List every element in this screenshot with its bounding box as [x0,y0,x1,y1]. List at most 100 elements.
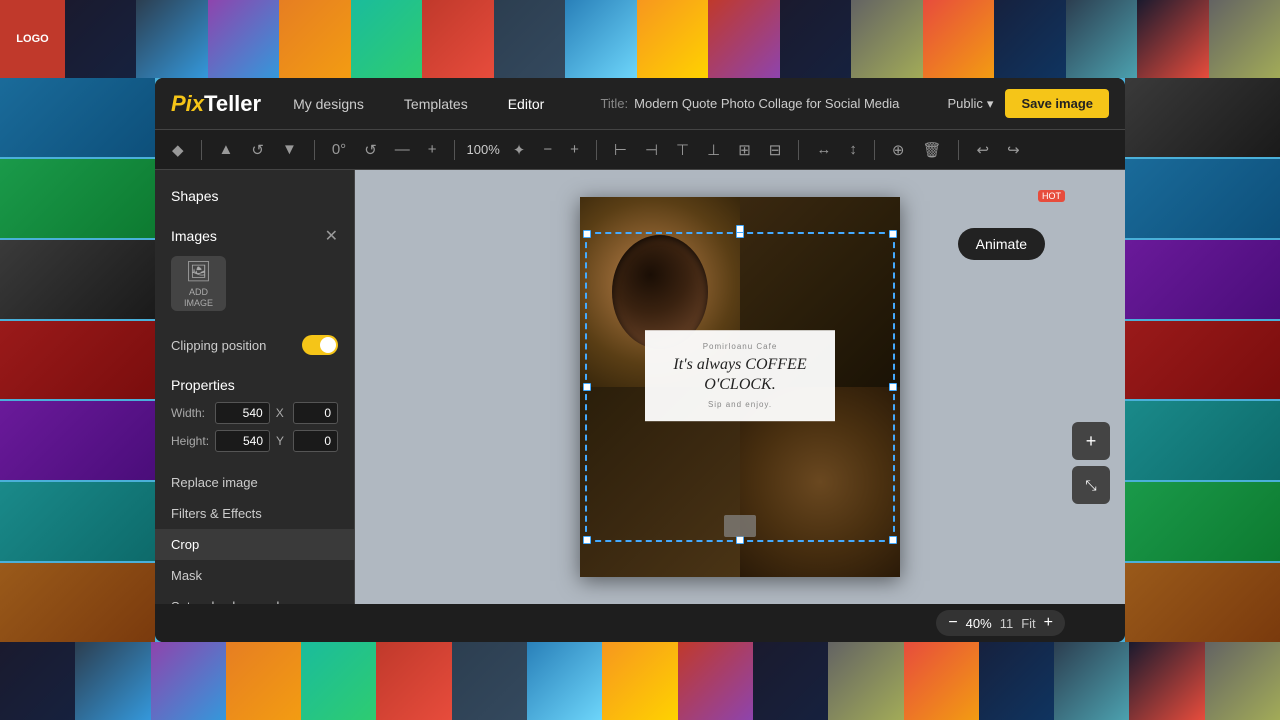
nav-my-designs[interactable]: My designs [285,92,372,116]
top-thumb-4[interactable] [279,0,350,78]
opacity-icon[interactable]: ✦ [508,138,531,162]
top-thumb-8[interactable] [565,0,636,78]
bottom-thumb-10[interactable] [678,642,753,720]
bottom-thumb-6[interactable] [376,642,451,720]
clipping-toggle[interactable] [302,335,338,355]
top-thumb-6[interactable] [422,0,493,78]
bottom-thumb-1[interactable] [0,642,75,720]
opacity-minus-icon[interactable]: − [538,138,557,161]
x-input[interactable] [293,402,338,424]
top-thumb-5[interactable] [351,0,422,78]
fill-color-icon[interactable]: ◆ [167,138,189,162]
bottom-thumb-12[interactable] [828,642,903,720]
top-thumb-2[interactable] [136,0,207,78]
right-thumb-2[interactable] [1125,159,1280,238]
align-center-h-icon[interactable]: ⊣ [640,138,663,162]
text-overlay-box: Pomirloanu Cafe It's always COFFEE O'CLO… [645,330,835,422]
left-thumb-4[interactable] [0,321,155,400]
zoom-fit-button[interactable]: Fit [1021,616,1035,631]
top-thumb-1[interactable] [65,0,136,78]
opacity-plus-icon[interactable]: + [565,138,584,161]
close-icon[interactable]: ✕ [325,226,338,246]
set-background-item[interactable]: Set as background [155,591,354,604]
nav-editor[interactable]: Editor [500,92,553,116]
mask-item[interactable]: Mask [155,560,354,591]
top-thumb-7[interactable] [494,0,565,78]
y-label: Y [276,434,287,448]
filters-effects-item[interactable]: Filters & Effects [155,498,354,529]
left-thumb-6[interactable] [0,482,155,561]
left-thumb-1[interactable] [0,78,155,157]
left-thumb-3[interactable] [0,240,155,319]
move-down-icon[interactable]: ▼ [277,138,302,161]
bottom-thumb-13[interactable] [904,642,979,720]
bottom-thumb-17[interactable] [1205,642,1280,720]
bottom-thumb-5[interactable] [301,642,376,720]
bottom-thumb-14[interactable] [979,642,1054,720]
canvas-expand-icon[interactable]: ⤡ [1072,466,1110,504]
crop-item[interactable]: Crop [155,529,354,560]
align-bottom-icon[interactable]: ⊟ [764,138,787,162]
top-thumb-10[interactable] [708,0,779,78]
right-thumb-5[interactable] [1125,401,1280,480]
right-thumb-3[interactable] [1125,240,1280,319]
move-up-icon[interactable]: ▲ [214,138,239,161]
width-input[interactable] [215,402,270,424]
top-thumb-11[interactable] [780,0,851,78]
minus-icon[interactable]: — [390,138,415,161]
y-input[interactable] [293,430,338,452]
left-thumb-5[interactable] [0,401,155,480]
align-center-v-icon[interactable]: ⊞ [733,138,756,162]
zoom-number: 11 [1000,616,1014,631]
align-top-icon[interactable]: ⊥ [702,138,725,162]
flip-v-icon[interactable]: ↕ [844,138,862,161]
flip-h-icon[interactable]: ↔ [811,138,836,161]
right-thumb-6[interactable] [1125,482,1280,561]
top-thumb-16[interactable] [1137,0,1208,78]
replace-image-item[interactable]: Replace image [155,467,354,498]
visibility-button[interactable]: Public ▾ [948,96,994,112]
animate-button[interactable]: Animate [958,228,1045,260]
top-thumb-17[interactable] [1209,0,1280,78]
add-image-button[interactable]: 🖼 ADDIMAGE [171,256,226,311]
bottom-thumb-7[interactable] [452,642,527,720]
top-thumb-12[interactable] [851,0,922,78]
bottom-thumb-9[interactable] [602,642,677,720]
redo-icon[interactable]: ↪ [1002,138,1025,162]
top-thumb-13[interactable] [923,0,994,78]
header: PixTeller My designs Templates Editor Ti… [155,78,1125,130]
right-thumb-4[interactable] [1125,321,1280,400]
undo-icon[interactable]: ↩ [971,138,994,162]
align-left-icon[interactable]: ⊢ [609,138,632,162]
bottom-thumb-16[interactable] [1129,642,1204,720]
canvas-add-icon[interactable]: + [1072,422,1110,460]
shapes-section-title[interactable]: Shapes [155,182,354,210]
save-image-button[interactable]: Save image [1005,89,1109,118]
right-thumb-7[interactable] [1125,563,1280,642]
top-thumb-9[interactable] [637,0,708,78]
bottom-thumb-15[interactable] [1054,642,1129,720]
bottom-thumb-3[interactable] [151,642,226,720]
nav-templates[interactable]: Templates [396,92,476,116]
top-thumb-14[interactable] [994,0,1065,78]
top-thumb-15[interactable] [1066,0,1137,78]
align-right-icon[interactable]: ⊤ [671,138,694,162]
bottom-thumb-4[interactable] [226,642,301,720]
add-element-icon[interactable]: ⊕ [887,138,910,162]
bottom-thumb-11[interactable] [753,642,828,720]
logo-pix: Pix [171,91,204,116]
left-thumb-2[interactable] [0,159,155,238]
delete-element-icon[interactable]: 🗑 [917,138,946,162]
bottom-thumb-8[interactable] [527,642,602,720]
zoom-minus-button[interactable]: − [948,614,957,632]
right-thumb-1[interactable] [1125,78,1280,157]
zoom-plus-button[interactable]: + [1044,614,1053,632]
top-thumb-3[interactable] [208,0,279,78]
canvas-area[interactable]: Animate HOT [355,170,1125,604]
plus-icon[interactable]: + [423,138,442,161]
bottom-thumb-2[interactable] [75,642,150,720]
left-thumb-7[interactable] [0,563,155,642]
rotate-icon[interactable]: ↺ [246,138,269,162]
height-input[interactable] [215,430,270,452]
rotate-ccw-icon[interactable]: ↺ [359,138,382,162]
